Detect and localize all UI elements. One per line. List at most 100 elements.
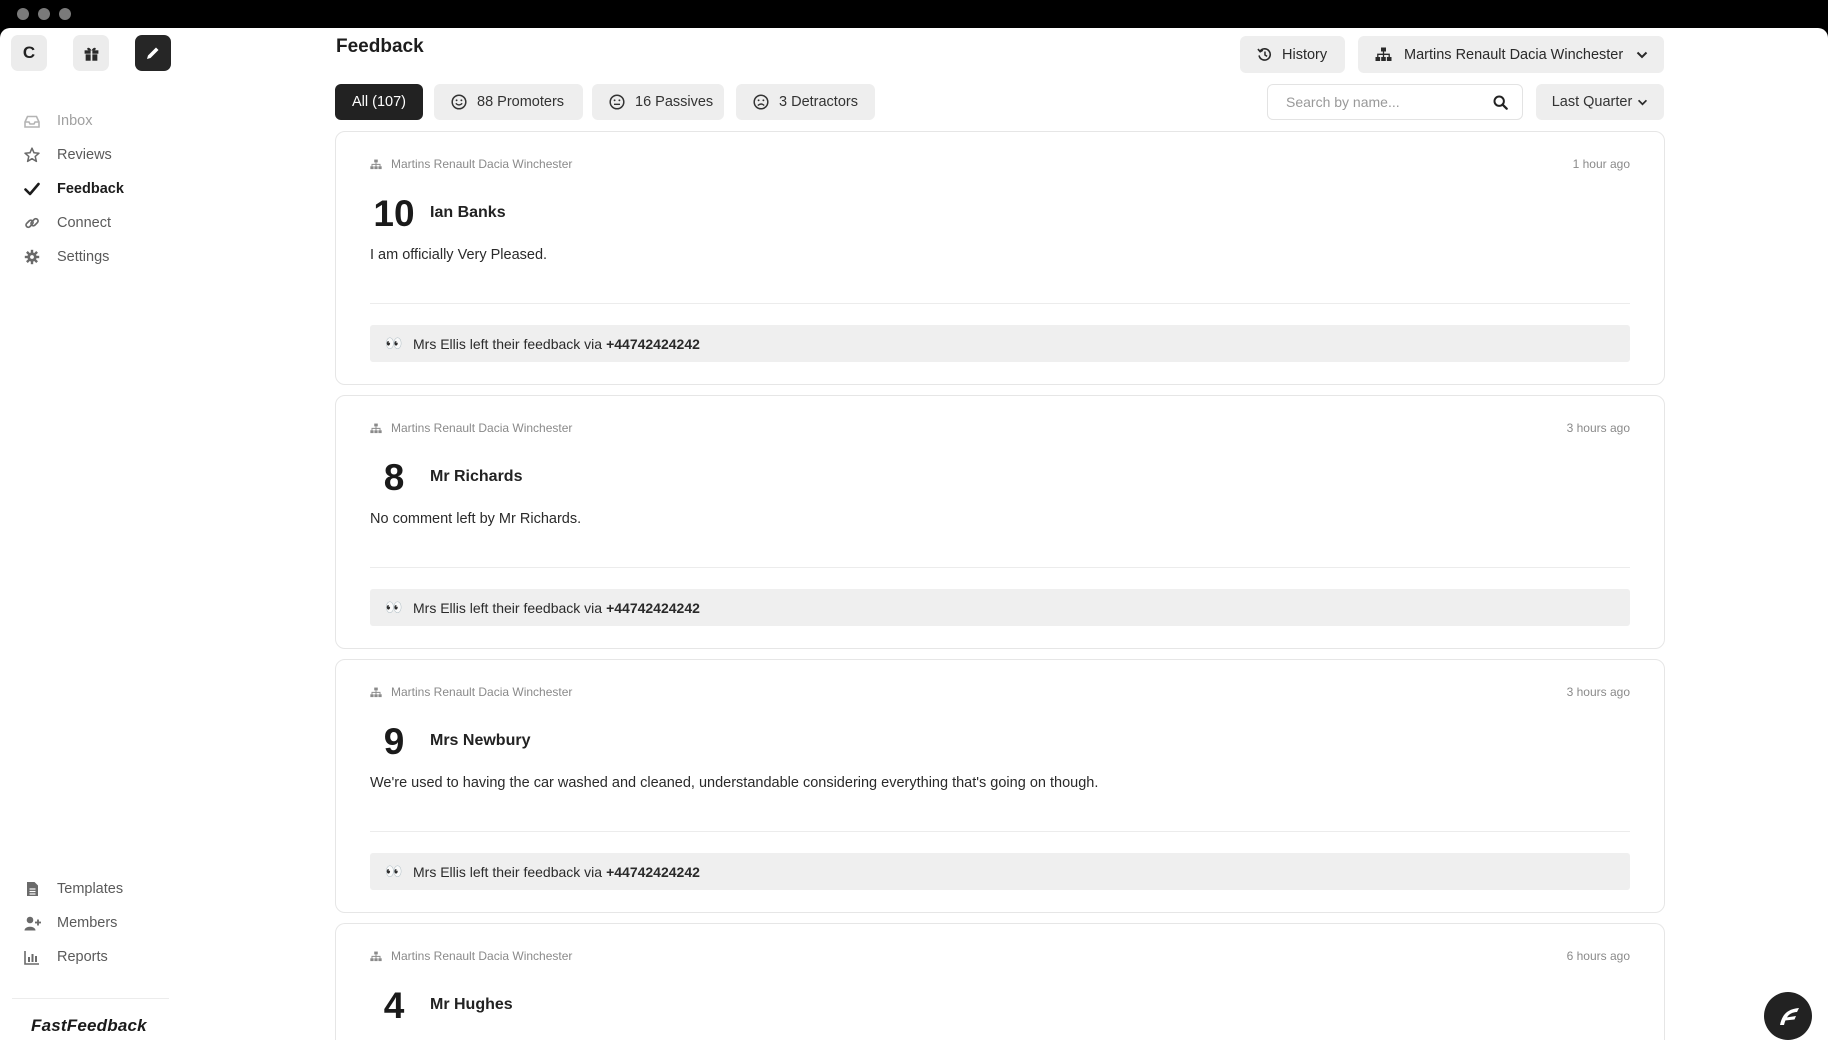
- feedback-card[interactable]: Martins Renault Dacia Winchester 1 hour …: [335, 131, 1665, 385]
- link-icon: [23, 215, 41, 231]
- chat-launcher-button[interactable]: [1764, 992, 1812, 1040]
- filter-promoters-tab[interactable]: 88 Promoters: [434, 84, 583, 120]
- customer-name: Mrs Newbury: [430, 732, 531, 749]
- feedback-source: 👀 Mrs Ellis left their feedback via +447…: [370, 589, 1630, 626]
- filter-detractors-label: 3 Detractors: [779, 94, 858, 110]
- account-avatar-button[interactable]: C: [11, 35, 47, 71]
- sidebar-item-label: Inbox: [57, 113, 93, 129]
- sitemap-icon: [370, 423, 382, 434]
- sidebar-item-feedback[interactable]: Feedback: [0, 172, 185, 206]
- card-timestamp: 6 hours ago: [1566, 949, 1630, 963]
- location-label: Martins Renault Dacia Winchester: [1404, 46, 1624, 63]
- sidebar: C Inbox Reviews Feedback Connect Setting…: [0, 28, 185, 1040]
- card-location-label: Martins Renault Dacia Winchester: [391, 685, 573, 699]
- sidebar-divider: [12, 998, 169, 999]
- period-label: Last Quarter: [1551, 94, 1633, 110]
- gift-icon: [84, 47, 98, 61]
- sidebar-item-reviews[interactable]: Reviews: [0, 138, 185, 172]
- sitemap-icon: [1375, 47, 1392, 61]
- feedback-card[interactable]: Martins Renault Dacia Winchester 3 hours…: [335, 659, 1665, 913]
- sidebar-nav: Inbox Reviews Feedback Connect Settings: [0, 104, 185, 274]
- eyes-icon: 👀: [385, 599, 402, 615]
- card-timestamp: 3 hours ago: [1566, 685, 1630, 699]
- sidebar-bottom-nav: Templates Members Reports: [0, 872, 185, 974]
- window-close-button[interactable]: [17, 8, 29, 20]
- document-icon: [23, 881, 41, 897]
- sidebar-item-templates[interactable]: Templates: [0, 872, 185, 906]
- nps-score: 8: [383, 457, 405, 498]
- compose-button[interactable]: [135, 35, 171, 71]
- chevron-down-icon: [1636, 51, 1648, 58]
- feedback-source: 👀 Mrs Ellis left their feedback via +447…: [370, 325, 1630, 362]
- customer-name: Mr Richards: [430, 468, 523, 485]
- card-location-label: Martins Renault Dacia Winchester: [391, 157, 573, 171]
- customer-name: Mr Hughes: [430, 996, 513, 1013]
- history-icon: [1257, 48, 1271, 61]
- card-divider: [370, 567, 1630, 568]
- filter-passives-label: 16 Passives: [635, 94, 714, 110]
- card-location-label: Martins Renault Dacia Winchester: [391, 949, 573, 963]
- window-titlebar: [0, 0, 1828, 28]
- eyes-icon: 👀: [385, 335, 402, 351]
- add-user-icon: [23, 915, 41, 931]
- search-field: [1267, 84, 1523, 120]
- feedback-card[interactable]: Martins Renault Dacia Winchester 6 hours…: [335, 923, 1665, 1040]
- sidebar-item-reports[interactable]: Reports: [0, 940, 185, 974]
- sitemap-icon: [370, 951, 382, 962]
- gift-button[interactable]: [73, 35, 109, 71]
- sidebar-item-members[interactable]: Members: [0, 906, 185, 940]
- brand-logo: FastFeedback: [31, 1016, 147, 1035]
- fastfeedback-logo-icon: [1780, 1008, 1799, 1025]
- sidebar-item-label: Templates: [57, 881, 124, 897]
- inbox-icon: [23, 113, 41, 129]
- nps-score: 10: [373, 193, 415, 234]
- history-button[interactable]: History: [1240, 36, 1345, 73]
- period-dropdown[interactable]: Last Quarter: [1536, 84, 1664, 120]
- smile-face-icon: [451, 94, 467, 110]
- window-minimize-button[interactable]: [38, 8, 50, 20]
- feedback-comment: No comment left by Mr Richards.: [370, 511, 582, 527]
- neutral-face-icon: [609, 94, 625, 110]
- history-label: History: [1282, 46, 1328, 63]
- customer-name: Ian Banks: [430, 204, 506, 221]
- app-window: C Inbox Reviews Feedback Connect Setting…: [0, 0, 1828, 1040]
- sidebar-item-settings[interactable]: Settings: [0, 240, 185, 274]
- check-icon: [23, 181, 41, 197]
- filter-detractors-tab[interactable]: 3 Detractors: [736, 84, 875, 120]
- sidebar-item-inbox[interactable]: Inbox: [0, 104, 185, 138]
- sidebar-item-label: Settings: [57, 249, 110, 265]
- card-location-label: Martins Renault Dacia Winchester: [391, 421, 573, 435]
- feedback-source-phone: +44742424242: [606, 335, 700, 352]
- location-selector[interactable]: Martins Renault Dacia Winchester: [1358, 36, 1664, 73]
- filter-passives-tab[interactable]: 16 Passives: [592, 84, 724, 120]
- avatar-letter: C: [22, 43, 36, 62]
- card-timestamp: 3 hours ago: [1566, 421, 1630, 435]
- sidebar-item-label: Reviews: [57, 147, 112, 163]
- chevron-down-icon: [1638, 99, 1648, 105]
- feedback-card[interactable]: Martins Renault Dacia Winchester 3 hours…: [335, 395, 1665, 649]
- filter-all-tab[interactable]: All (107): [335, 84, 423, 120]
- card-divider: [370, 303, 1630, 304]
- feedback-source-text: Mrs Ellis left their feedback via: [413, 599, 603, 616]
- star-icon: [23, 147, 41, 163]
- feedback-source: 👀 Mrs Ellis left their feedback via +447…: [370, 853, 1630, 890]
- feedback-source-phone: +44742424242: [606, 863, 700, 880]
- search-input[interactable]: [1286, 94, 1486, 110]
- card-location: Martins Renault Dacia Winchester: [370, 421, 572, 435]
- page-title: Feedback: [336, 36, 424, 57]
- frown-face-icon: [753, 94, 769, 110]
- sidebar-item-label: Connect: [57, 215, 112, 231]
- search-icon[interactable]: [1493, 95, 1508, 110]
- pencil-icon: [147, 47, 159, 59]
- feedback-comment: I am officially Very Pleased.: [370, 247, 548, 263]
- nps-score: 9: [383, 721, 405, 762]
- sidebar-item-connect[interactable]: Connect: [0, 206, 185, 240]
- gear-icon: [23, 249, 41, 265]
- eyes-icon: 👀: [385, 863, 402, 879]
- nps-score: 4: [383, 985, 405, 1026]
- filter-all-label: All (107): [352, 94, 406, 110]
- card-divider: [370, 831, 1630, 832]
- card-location: Martins Renault Dacia Winchester: [370, 949, 572, 963]
- window-maximize-button[interactable]: [59, 8, 71, 20]
- sidebar-item-label: Reports: [57, 949, 108, 965]
